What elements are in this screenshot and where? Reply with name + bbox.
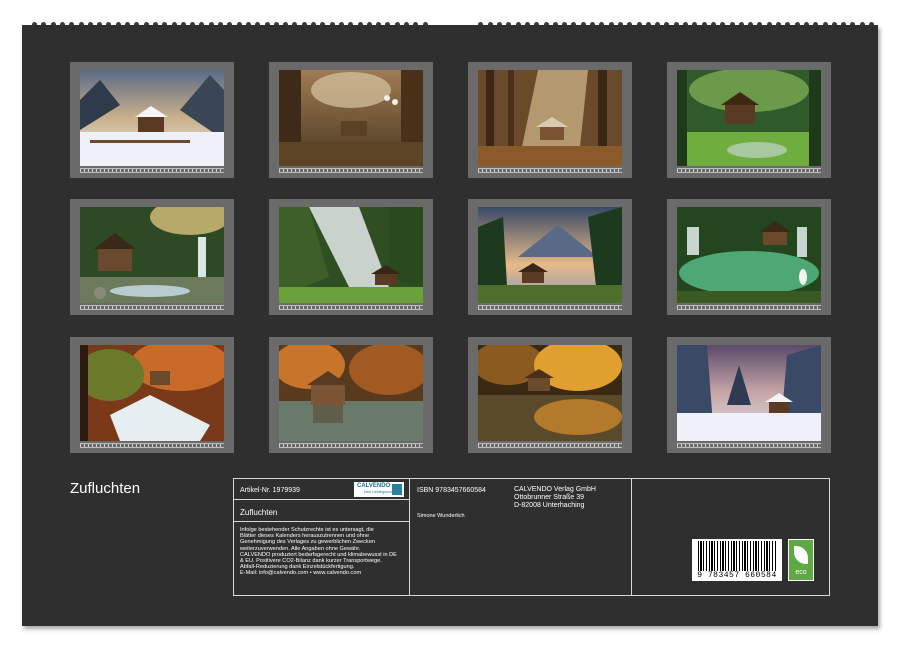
autumn-waterfall-image: [80, 345, 224, 441]
date-grid: [279, 305, 423, 310]
isbn-barcode: 9 783457 660584: [692, 539, 782, 581]
leaf-icon: [794, 546, 808, 564]
publisher-line: Ottobrunner Straße 39: [514, 494, 585, 501]
month-thumbnail-nov: [468, 337, 632, 453]
isbn: ISBN 9783457660584: [417, 487, 486, 494]
month-thumbnail-jul: [468, 199, 632, 315]
date-grid: [80, 443, 224, 448]
date-grid: [478, 305, 622, 310]
date-grid: [279, 443, 423, 448]
month-thumbnail-jun: [269, 199, 433, 315]
date-grid: [677, 443, 821, 448]
month-thumbnail-sep: [70, 337, 234, 453]
month-thumbnail-oct: [269, 337, 433, 453]
date-grid: [80, 305, 224, 310]
sunlit-forest-image: [478, 70, 622, 166]
winter-cabin-image: [80, 70, 224, 166]
month-thumbnail-mar: [468, 62, 632, 178]
month-thumbnail-feb: [269, 62, 433, 178]
date-grid: [80, 168, 224, 173]
month-thumbnail-jan: [70, 62, 234, 178]
date-grid: [478, 443, 622, 448]
publisher-line: CALVENDO Verlag GmbH: [514, 486, 596, 493]
autumn-reflection-image: [478, 345, 622, 441]
waterfall-cabin-image: [279, 207, 423, 303]
eco-badge: eco: [788, 539, 814, 581]
author-name: Simone Wunderlich: [417, 513, 465, 519]
product-info-box: Artikel-Nr. 1979939 CALVENDO Dein Liebli…: [233, 478, 830, 596]
publisher-address: CALVENDO Verlag GmbH Ottobrunner Straße 3…: [514, 486, 596, 510]
mill-stream-image: [80, 207, 224, 303]
calendar-title: Zufluchten: [70, 480, 141, 497]
notice-line: E-Mail: info@calvendo.com • www.calvendo…: [240, 570, 362, 577]
month-thumbnail-dec: [667, 337, 831, 453]
month-thumbnail-apr: [667, 62, 831, 178]
mountain-lake-image: [478, 207, 622, 303]
lake-pavilion-image: [677, 207, 821, 303]
green-forest-image: [677, 70, 821, 166]
autumn-lake-house-image: [279, 345, 423, 441]
notice-line: Genehmigung des Verlages zu gewerblichen…: [240, 539, 375, 546]
date-grid: [677, 305, 821, 310]
date-grid: [478, 168, 622, 173]
calendar-back-cover: Zufluchten Artikel-Nr. 1979939 CALVENDO …: [22, 25, 878, 626]
forest-cabin-image: [279, 70, 423, 166]
month-thumbnail-aug: [667, 199, 831, 315]
month-thumbnail-may: [70, 199, 234, 315]
publisher-line: D-82008 Unterhaching: [514, 502, 585, 509]
date-grid: [677, 168, 821, 173]
article-number: Artikel-Nr. 1979939: [240, 487, 300, 494]
snowy-forest-image: [677, 345, 821, 441]
legal-notice: Infolge bestehender Schutzrechte ist es …: [240, 527, 397, 577]
calvendo-logo: CALVENDO Dein Lieblingsmoment: [354, 482, 404, 497]
date-grid: [279, 168, 423, 173]
product-title: Zufluchten: [240, 508, 278, 517]
